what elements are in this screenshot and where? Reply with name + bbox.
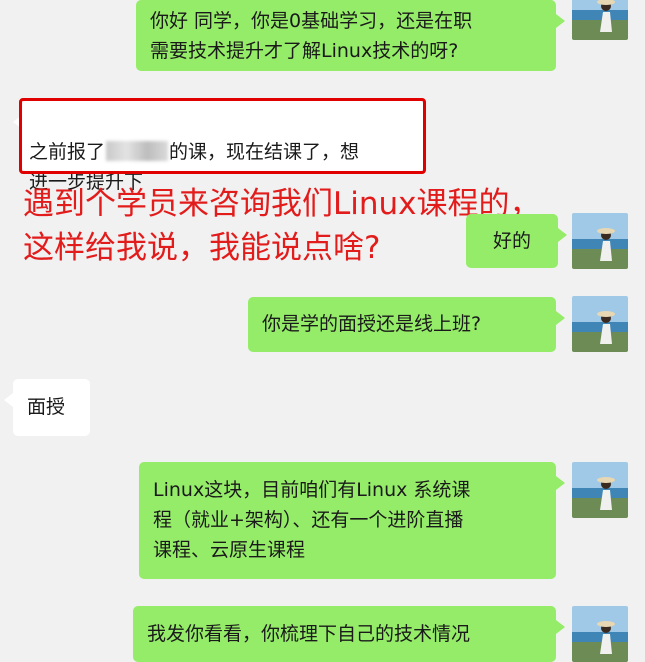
beach-avatar-icon[interactable] — [572, 213, 628, 269]
highlight-box — [19, 98, 426, 174]
message-bubble-outgoing[interactable]: Linux这块，目前咱们有Linux 系统课 程（就业+架构）、还有一个进阶直播… — [139, 462, 565, 579]
message-bubble-incoming[interactable]: 面授 — [4, 379, 90, 436]
message-bubble-outgoing[interactable]: 好的 — [466, 214, 567, 268]
message-bubble-outgoing[interactable]: 你好 同学，你是0基础学习，还是在职 需要技术提升才了解Linux技术的呀? — [136, 0, 565, 71]
beach-avatar-icon[interactable] — [572, 0, 628, 40]
beach-avatar-icon[interactable] — [572, 606, 628, 662]
beach-avatar-icon[interactable] — [572, 462, 628, 518]
beach-avatar-icon[interactable] — [572, 296, 628, 352]
message-bubble-outgoing[interactable]: 你是学的面授还是线上班? — [248, 297, 565, 352]
message-bubble-outgoing[interactable]: 我发你看看，你梳理下自己的技术情况 — [133, 606, 565, 662]
